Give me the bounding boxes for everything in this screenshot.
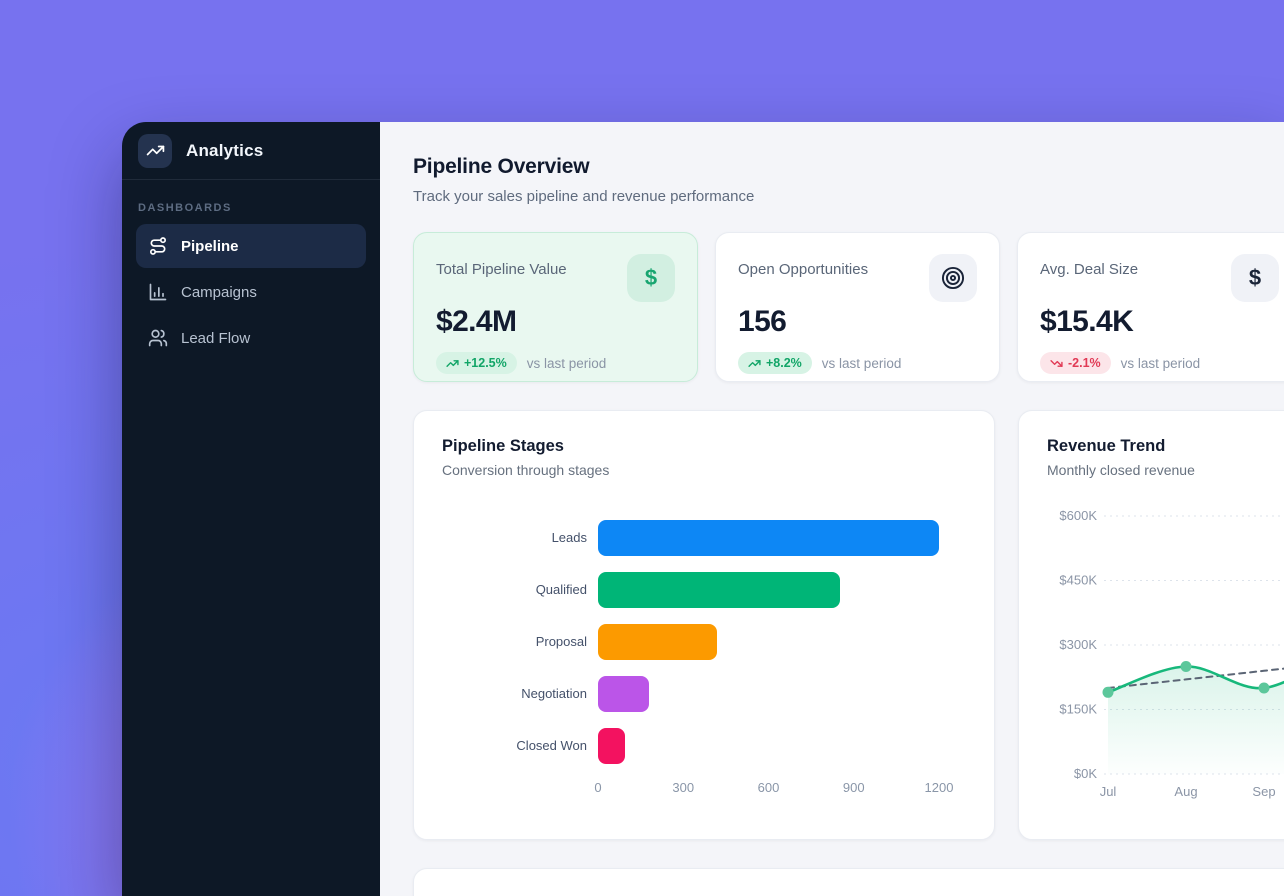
- kpi-delta-badge: -2.1%: [1040, 352, 1111, 374]
- x-axis-tick: 0: [594, 780, 601, 795]
- kpi-card-avg-deal-size[interactable]: Avg. Deal Size $$15.4K -2.1% vs last period: [1017, 232, 1284, 382]
- brand-title: Analytics: [186, 141, 263, 161]
- sidebar-nav-list: Pipeline Campaigns Lead Flow: [136, 224, 366, 360]
- kpi-card-open-opportunities[interactable]: Open Opportunities 156 +8.2% vs last period: [715, 232, 1000, 382]
- revenue-data-point[interactable]: [1259, 683, 1270, 694]
- revenue-data-point[interactable]: [1103, 687, 1114, 698]
- sidebar-item-label: Pipeline: [181, 238, 239, 255]
- bar-category-label: Leads: [442, 530, 598, 546]
- bar-track: [598, 676, 966, 712]
- sidebar-item-label: Lead Flow: [181, 330, 250, 347]
- chart-subtitle: Monthly closed revenue: [1047, 462, 1284, 478]
- kpi-footer: -2.1% vs last period: [1040, 352, 1279, 374]
- bar-category-label: Proposal: [442, 634, 598, 650]
- main-content: Pipeline Overview Track your sales pipel…: [380, 122, 1284, 896]
- bar-row-negotiation: Negotiation: [442, 676, 966, 712]
- bar-track: [598, 728, 966, 764]
- y-axis-tick: $150K: [1059, 702, 1097, 717]
- revenue-trend-card: Revenue Trend Monthly closed revenue $60…: [1018, 410, 1284, 840]
- page-subtitle: Track your sales pipeline and revenue pe…: [413, 188, 1284, 205]
- sidebar-item-lead-flow[interactable]: Lead Flow: [136, 316, 366, 360]
- x-axis-tick: Aug: [1174, 784, 1197, 799]
- bar-row-proposal: Proposal: [442, 624, 966, 660]
- revenue-data-point[interactable]: [1181, 661, 1192, 672]
- kpi-compare-label: vs last period: [822, 356, 902, 371]
- sidebar-nav: DASHBOARDS Pipeline Campaigns Lead Flow: [122, 180, 380, 378]
- bar-track: [598, 572, 966, 608]
- y-axis-tick: $450K: [1059, 573, 1097, 588]
- bar-segment[interactable]: [598, 676, 649, 712]
- kpi-card-top: Avg. Deal Size $: [1040, 254, 1279, 302]
- bar-row-qualified: Qualified: [442, 572, 966, 608]
- charts-row: Pipeline Stages Conversion through stage…: [413, 410, 1284, 840]
- trend-up-icon: [748, 357, 761, 370]
- bar-row-closed-won: Closed Won: [442, 728, 966, 764]
- bar-segment[interactable]: [598, 520, 939, 556]
- bar-chart-x-axis: 03006009001200: [598, 780, 966, 798]
- sidebar-item-label: Campaigns: [181, 284, 257, 301]
- kpi-value: $2.4M: [436, 305, 675, 339]
- trend-up-icon: [446, 357, 459, 370]
- analytics-logo-icon: [138, 134, 172, 168]
- kpi-footer: +8.2% vs last period: [738, 352, 977, 374]
- bar-category-label: Qualified: [442, 582, 598, 598]
- bar-segment[interactable]: [598, 728, 625, 764]
- users-icon: [148, 328, 168, 348]
- chart-title: Pipeline Stages: [442, 437, 966, 456]
- y-axis-tick: $0K: [1074, 766, 1097, 781]
- x-axis-tick: 600: [758, 780, 780, 795]
- desktop-background: { "sidebar": { "brand": "Analytics", "se…: [0, 0, 1284, 896]
- kpi-delta-badge: +12.5%: [436, 352, 517, 374]
- sidebar-section-label: DASHBOARDS: [138, 202, 364, 214]
- x-axis-tick: Sep: [1252, 784, 1275, 799]
- app-window: Analytics DASHBOARDS Pipeline Campaigns Le…: [122, 122, 1284, 896]
- trend-down-icon: [1050, 357, 1063, 370]
- kpi-card-top: Total Pipeline Value $: [436, 254, 675, 302]
- bar-category-label: Negotiation: [442, 686, 598, 702]
- pipeline-stages-card: Pipeline Stages Conversion through stage…: [413, 410, 995, 840]
- kpi-delta-value: +12.5%: [464, 356, 507, 370]
- sidebar-header: Analytics: [122, 122, 380, 180]
- bar-category-label: Closed Won: [442, 738, 598, 754]
- chart-subtitle: Conversion through stages: [442, 462, 966, 478]
- bar-segment[interactable]: [598, 624, 717, 660]
- kpi-value: $15.4K: [1040, 305, 1279, 339]
- bar-row-leads: Leads: [442, 520, 966, 556]
- bar-track: [598, 624, 966, 660]
- bar-track: [598, 520, 966, 556]
- dollar-icon: $: [1231, 254, 1279, 302]
- sidebar-item-pipeline[interactable]: Pipeline: [136, 224, 366, 268]
- kpi-delta-value: +8.2%: [766, 356, 802, 370]
- kpi-compare-label: vs last period: [527, 356, 607, 371]
- bottom-card-partial: [413, 868, 1284, 896]
- page-title: Pipeline Overview: [413, 155, 1284, 179]
- x-axis-tick: 1200: [925, 780, 954, 795]
- pipeline-stages-bar-chart: Leads Qualified Proposal Negotiation Closed …: [442, 520, 966, 764]
- kpi-row: Total Pipeline Value$$2.4M+12.5%vs last …: [413, 232, 1284, 382]
- kpi-label: Total Pipeline Value: [436, 261, 567, 278]
- dollar-icon: $: [627, 254, 675, 302]
- kpi-delta-badge: +8.2%: [738, 352, 812, 374]
- kpi-label: Open Opportunities: [738, 261, 868, 278]
- y-axis-tick: $300K: [1059, 637, 1097, 652]
- kpi-delta-value: -2.1%: [1068, 356, 1101, 370]
- target-icon: [929, 254, 977, 302]
- x-axis-tick: 900: [843, 780, 865, 795]
- kpi-label: Avg. Deal Size: [1040, 261, 1138, 278]
- revenue-trend-line-chart: $600K $450K $300K $150K $0KJul Aug Sep: [1047, 484, 1284, 806]
- kpi-card-top: Open Opportunities: [738, 254, 977, 302]
- kpi-value: 156: [738, 305, 977, 339]
- kpi-card-total-pipeline-value[interactable]: Total Pipeline Value $$2.4M +12.5% vs last …: [413, 232, 698, 382]
- chart-title: Revenue Trend: [1047, 437, 1284, 456]
- x-axis-tick: 300: [672, 780, 694, 795]
- route-icon: [148, 236, 168, 256]
- sidebar: Analytics DASHBOARDS Pipeline Campaigns Le…: [122, 122, 380, 896]
- sidebar-item-campaigns[interactable]: Campaigns: [136, 270, 366, 314]
- kpi-compare-label: vs last period: [1121, 356, 1201, 371]
- x-axis-tick: Jul: [1100, 784, 1117, 799]
- bar-segment[interactable]: [598, 572, 840, 608]
- y-axis-tick: $600K: [1059, 508, 1097, 523]
- bar-chart-icon: [148, 282, 168, 302]
- kpi-footer: +12.5% vs last period: [436, 352, 675, 374]
